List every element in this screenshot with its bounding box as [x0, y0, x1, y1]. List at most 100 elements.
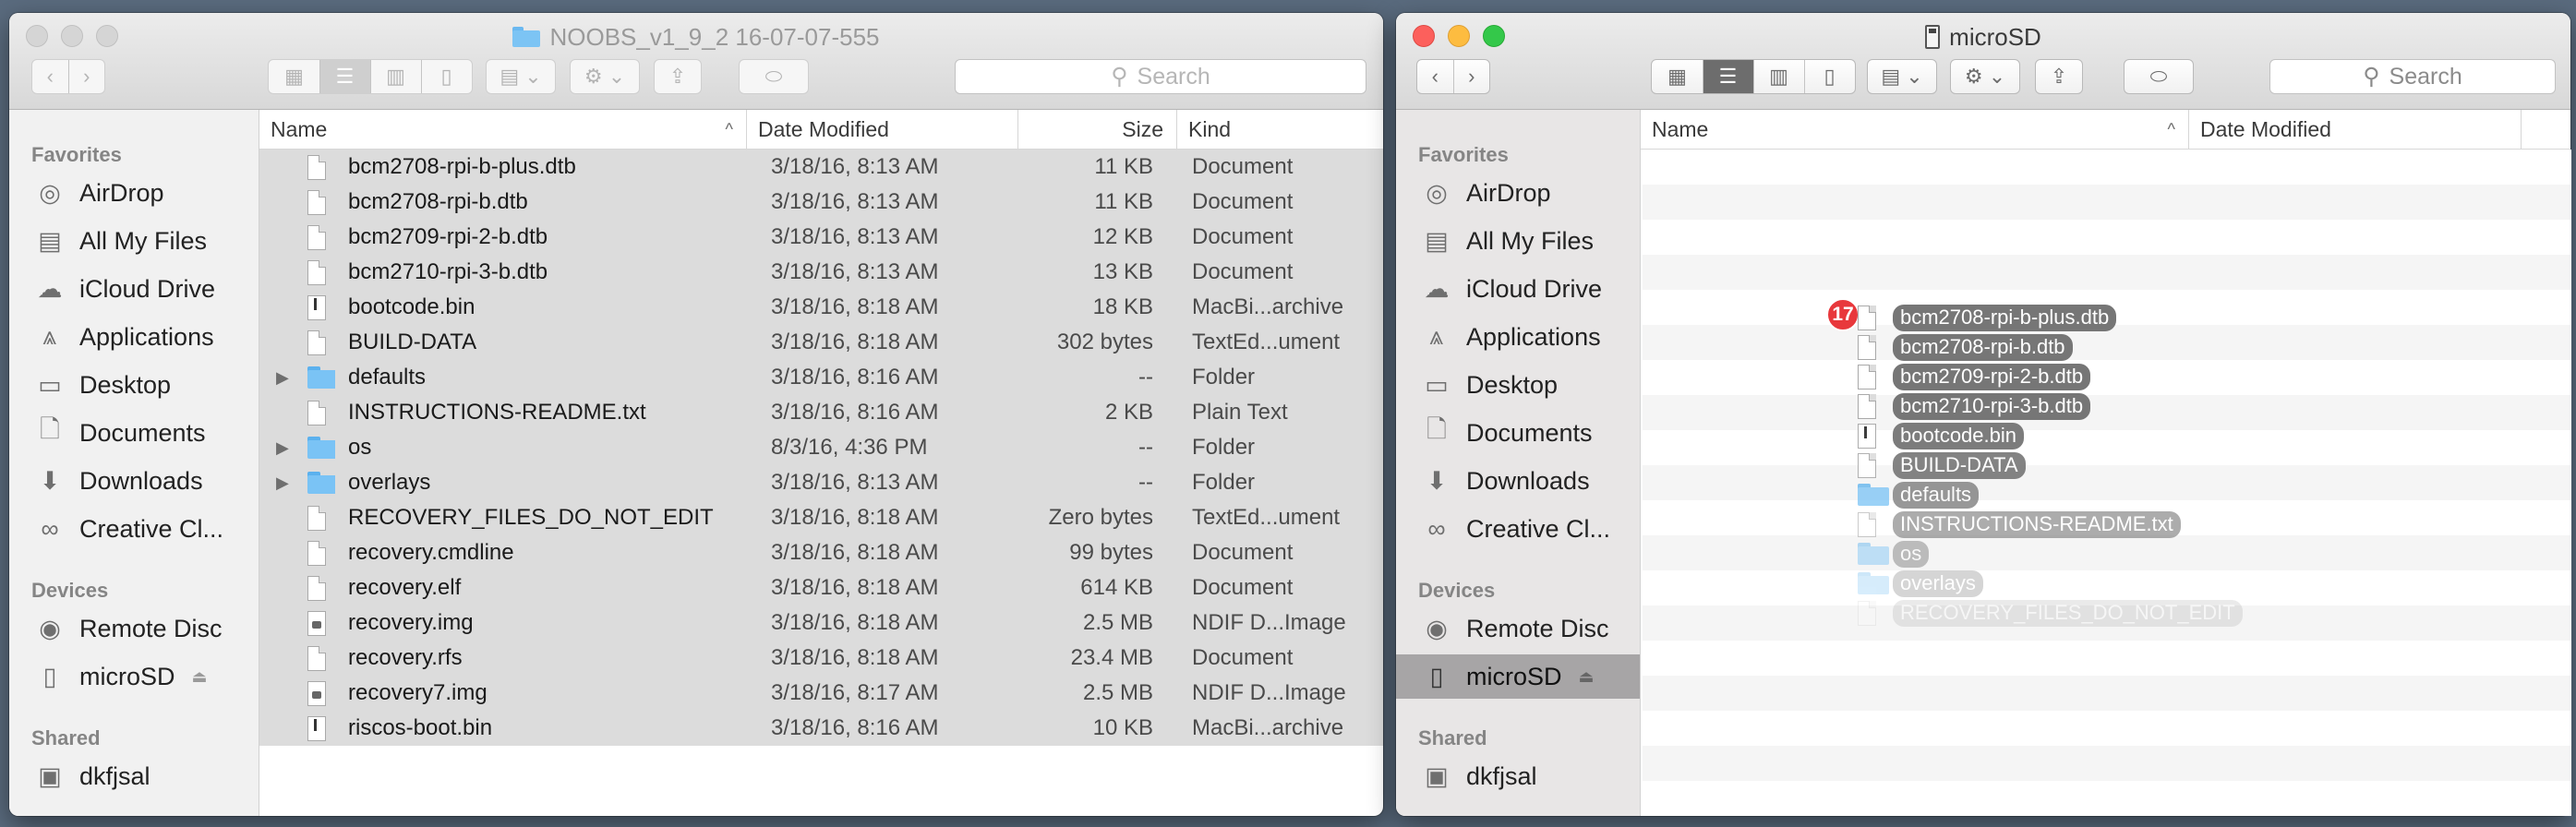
empty-file-list[interactable] [1643, 150, 2571, 827]
sidebar-item-documents[interactable]: 🗋 Documents [9, 411, 259, 455]
file-row[interactable]: recovery.elf 3/18/16, 8:18 AM 614 KB Docume… [259, 570, 1383, 605]
file-row[interactable]: bcm2708-rpi-b.dtb 3/18/16, 8:13 AM 11 KB Do… [259, 185, 1383, 220]
file-row[interactable]: recovery7.img 3/18/16, 8:17 AM 2.5 MB NDIF … [259, 676, 1383, 711]
sidebar-item-creative-cloud[interactable]: ∞ Creative Cl... [1396, 507, 1640, 551]
file-name: recovery.cmdline [348, 540, 514, 565]
downloads-icon: ⬇ [1426, 466, 1448, 495]
sidebar-item-icloud-drive[interactable]: ☁ iCloud Drive [9, 267, 259, 311]
tags-button[interactable]: ⬭ [739, 59, 809, 94]
drag-item: INSTRUCTIONS-README.txt [1858, 509, 2181, 539]
sidebar-item-airdrop[interactable]: ◎ AirDrop [1396, 171, 1640, 215]
file-row[interactable]: bcm2708-rpi-b-plus.dtb 3/18/16, 8:13 AM 11… [259, 150, 1383, 185]
action-button[interactable]: ⚙ ⌄ [1950, 59, 2020, 94]
empty-row [1643, 465, 2571, 500]
sidebar-item-remote-disc[interactable]: ◉ Remote Disc [1396, 606, 1640, 651]
sidebar-item-dkfjsal[interactable]: ▣ dkfjsal [1396, 754, 1640, 798]
back-button[interactable]: ‹ [32, 60, 69, 93]
column-view-button[interactable]: ▥ [371, 60, 422, 93]
forward-button[interactable]: › [1454, 60, 1490, 93]
drag-item: bcm2708-rpi-b.dtb [1858, 332, 2073, 362]
folder-icon [307, 366, 335, 389]
share-button[interactable]: ⇪ [2035, 59, 2083, 94]
sidebar-item-airdrop[interactable]: ◎ AirDrop [9, 171, 259, 215]
sidebar-item-dkfjsal[interactable]: ▣ dkfjsal [9, 754, 259, 798]
list-view-button[interactable]: ☰ [319, 60, 371, 93]
sidebar-item-applications[interactable]: ⩓ Applications [1396, 315, 1640, 359]
icon-view-button[interactable]: ▦ [270, 60, 320, 93]
sidebar-item-downloads[interactable]: ⬇ Downloads [1396, 459, 1640, 503]
sidebar-item-icloud-drive[interactable]: ☁ iCloud Drive [1396, 267, 1640, 311]
column-kind[interactable]: Kind [1177, 110, 1383, 149]
sd-card-icon [1925, 25, 1941, 49]
file-row[interactable]: ▶ os 8/3/16, 4:36 PM -- Folder [259, 430, 1383, 465]
sidebar-item-desktop[interactable]: ▭ Desktop [1396, 363, 1640, 407]
title-bar[interactable]: microSD ‹ › ▦ ☰ ▥ ▯ ▤ ⌄ ⚙ ⌄ ⇪ ⬭ ⚲ Search [1396, 13, 2570, 110]
column-date-modified[interactable]: Date Modified [747, 110, 1018, 149]
share-icon: ⇪ [2050, 65, 2068, 88]
file-row[interactable]: bootcode.bin 3/18/16, 8:18 AM 18 KB MacBi..… [259, 290, 1383, 325]
arrange-button[interactable]: ▤ ⌄ [1867, 59, 1937, 94]
all-my-files-icon: ▤ [38, 226, 62, 255]
icon-view-button[interactable]: ▦ [1653, 60, 1703, 93]
cover-flow-button[interactable]: ▯ [422, 60, 472, 93]
file-row[interactable]: bcm2710-rpi-3-b.dtb 3/18/16, 8:13 AM 13 KB… [259, 255, 1383, 290]
file-row[interactable]: BUILD-DATA 3/18/16, 8:18 AM 302 bytes TextE… [259, 325, 1383, 360]
file-row[interactable]: recovery.rfs 3/18/16, 8:18 AM 23.4 MB Docum… [259, 641, 1383, 676]
drag-item-icon-cell [1858, 572, 1889, 594]
file-row[interactable]: riscos-boot.bin 3/18/16, 8:16 AM 10 KB MacB… [259, 711, 1383, 746]
sidebar-item-all-my-files[interactable]: ▤ All My Files [9, 219, 259, 263]
file-row[interactable]: INSTRUCTIONS-README.txt 3/18/16, 8:16 AM 2… [259, 395, 1383, 430]
file-row[interactable]: recovery.cmdline 3/18/16, 8:18 AM 99 bytes… [259, 535, 1383, 570]
sidebar-item-applications[interactable]: ⩓ Applications [9, 315, 259, 359]
document-icon [1858, 393, 1876, 419]
title-bar[interactable]: NOOBS_v1_9_2 16-07-07-555 ‹ › ▦ ☰ ▥ ▯ ▤ … [9, 13, 1383, 110]
file-icon-cell [307, 255, 335, 290]
file-row[interactable]: bcm2709-rpi-2-b.dtb 3/18/16, 8:13 AM 12 KB… [259, 220, 1383, 255]
sidebar-item-microsd[interactable]: ▯ microSD ⏏ [9, 654, 259, 699]
file-size: 2 KB [1104, 400, 1153, 425]
drag-item-label: bcm2708-rpi-b.dtb [1893, 333, 2073, 361]
cover-flow-button[interactable]: ▯ [1805, 60, 1855, 93]
file-row[interactable]: ▶ overlays 3/18/16, 8:13 AM -- Folder [259, 465, 1383, 500]
sidebar-item-documents[interactable]: 🗋 Documents [1396, 411, 1640, 455]
disclosure-triangle-icon[interactable]: ▶ [276, 465, 289, 500]
search-field[interactable]: ⚲ Search [955, 59, 1366, 94]
column-name[interactable]: Name ^ [259, 110, 747, 149]
file-kind: NDIF D...Image [1192, 610, 1346, 635]
document-icon [307, 224, 326, 250]
forward-button[interactable]: › [69, 60, 105, 93]
sidebar-item-downloads[interactable]: ⬇ Downloads [9, 459, 259, 503]
eject-icon[interactable]: ⏏ [192, 667, 208, 687]
file-row[interactable]: RECOVERY_FILES_DO_NOT_EDIT 3/18/16, 8:18 … [259, 500, 1383, 535]
search-field[interactable]: ⚲ Search [2269, 59, 2556, 94]
sidebar-item-remote-disc[interactable]: ◉ Remote Disc [9, 606, 259, 651]
list-view-button[interactable]: ☰ [1703, 60, 1754, 93]
sidebar-item-microsd[interactable]: ▯ microSD ⏏ [1396, 654, 1640, 699]
file-icon-cell [307, 325, 335, 360]
column-date-modified[interactable]: Date Modified [2189, 110, 2522, 149]
back-button[interactable]: ‹ [1417, 60, 1454, 93]
window-title-text: NOOBS_v1_9_2 16-07-07-555 [549, 23, 880, 51]
column-size[interactable]: Size [1018, 110, 1177, 149]
file-row[interactable]: ▶ defaults 3/18/16, 8:16 AM -- Folder [259, 360, 1383, 395]
column-name[interactable]: Name ^ [1641, 110, 2189, 149]
share-button[interactable]: ⇪ [654, 59, 702, 94]
disclosure-triangle-icon[interactable]: ▶ [276, 360, 289, 395]
column-view-button[interactable]: ▥ [1754, 60, 1805, 93]
sidebar-item-creative-cloud[interactable]: ∞ Creative Cl... [9, 507, 259, 551]
eject-icon[interactable]: ⏏ [1579, 667, 1595, 687]
drag-item-label: bootcode.bin [1893, 422, 2024, 449]
arrange-button[interactable]: ▤ ⌄ [486, 59, 556, 94]
file-kind: Document [1192, 540, 1294, 565]
disclosure-triangle-icon[interactable]: ▶ [276, 430, 289, 465]
documents-icon: 🗋 [40, 415, 60, 443]
action-button[interactable]: ⚙ ⌄ [570, 59, 640, 94]
sidebar-item-all-my-files[interactable]: ▤ All My Files [1396, 219, 1640, 263]
file-size: 10 KB [1092, 715, 1153, 740]
tag-icon: ⬭ [2149, 65, 2168, 88]
sidebar-item-desktop[interactable]: ▭ Desktop [9, 363, 259, 407]
tags-button[interactable]: ⬭ [2124, 59, 2194, 94]
file-name: overlays [348, 470, 431, 495]
file-name: bcm2708-rpi-b-plus.dtb [348, 154, 576, 179]
file-row[interactable]: recovery.img 3/18/16, 8:18 AM 2.5 MB NDIF D… [259, 605, 1383, 641]
